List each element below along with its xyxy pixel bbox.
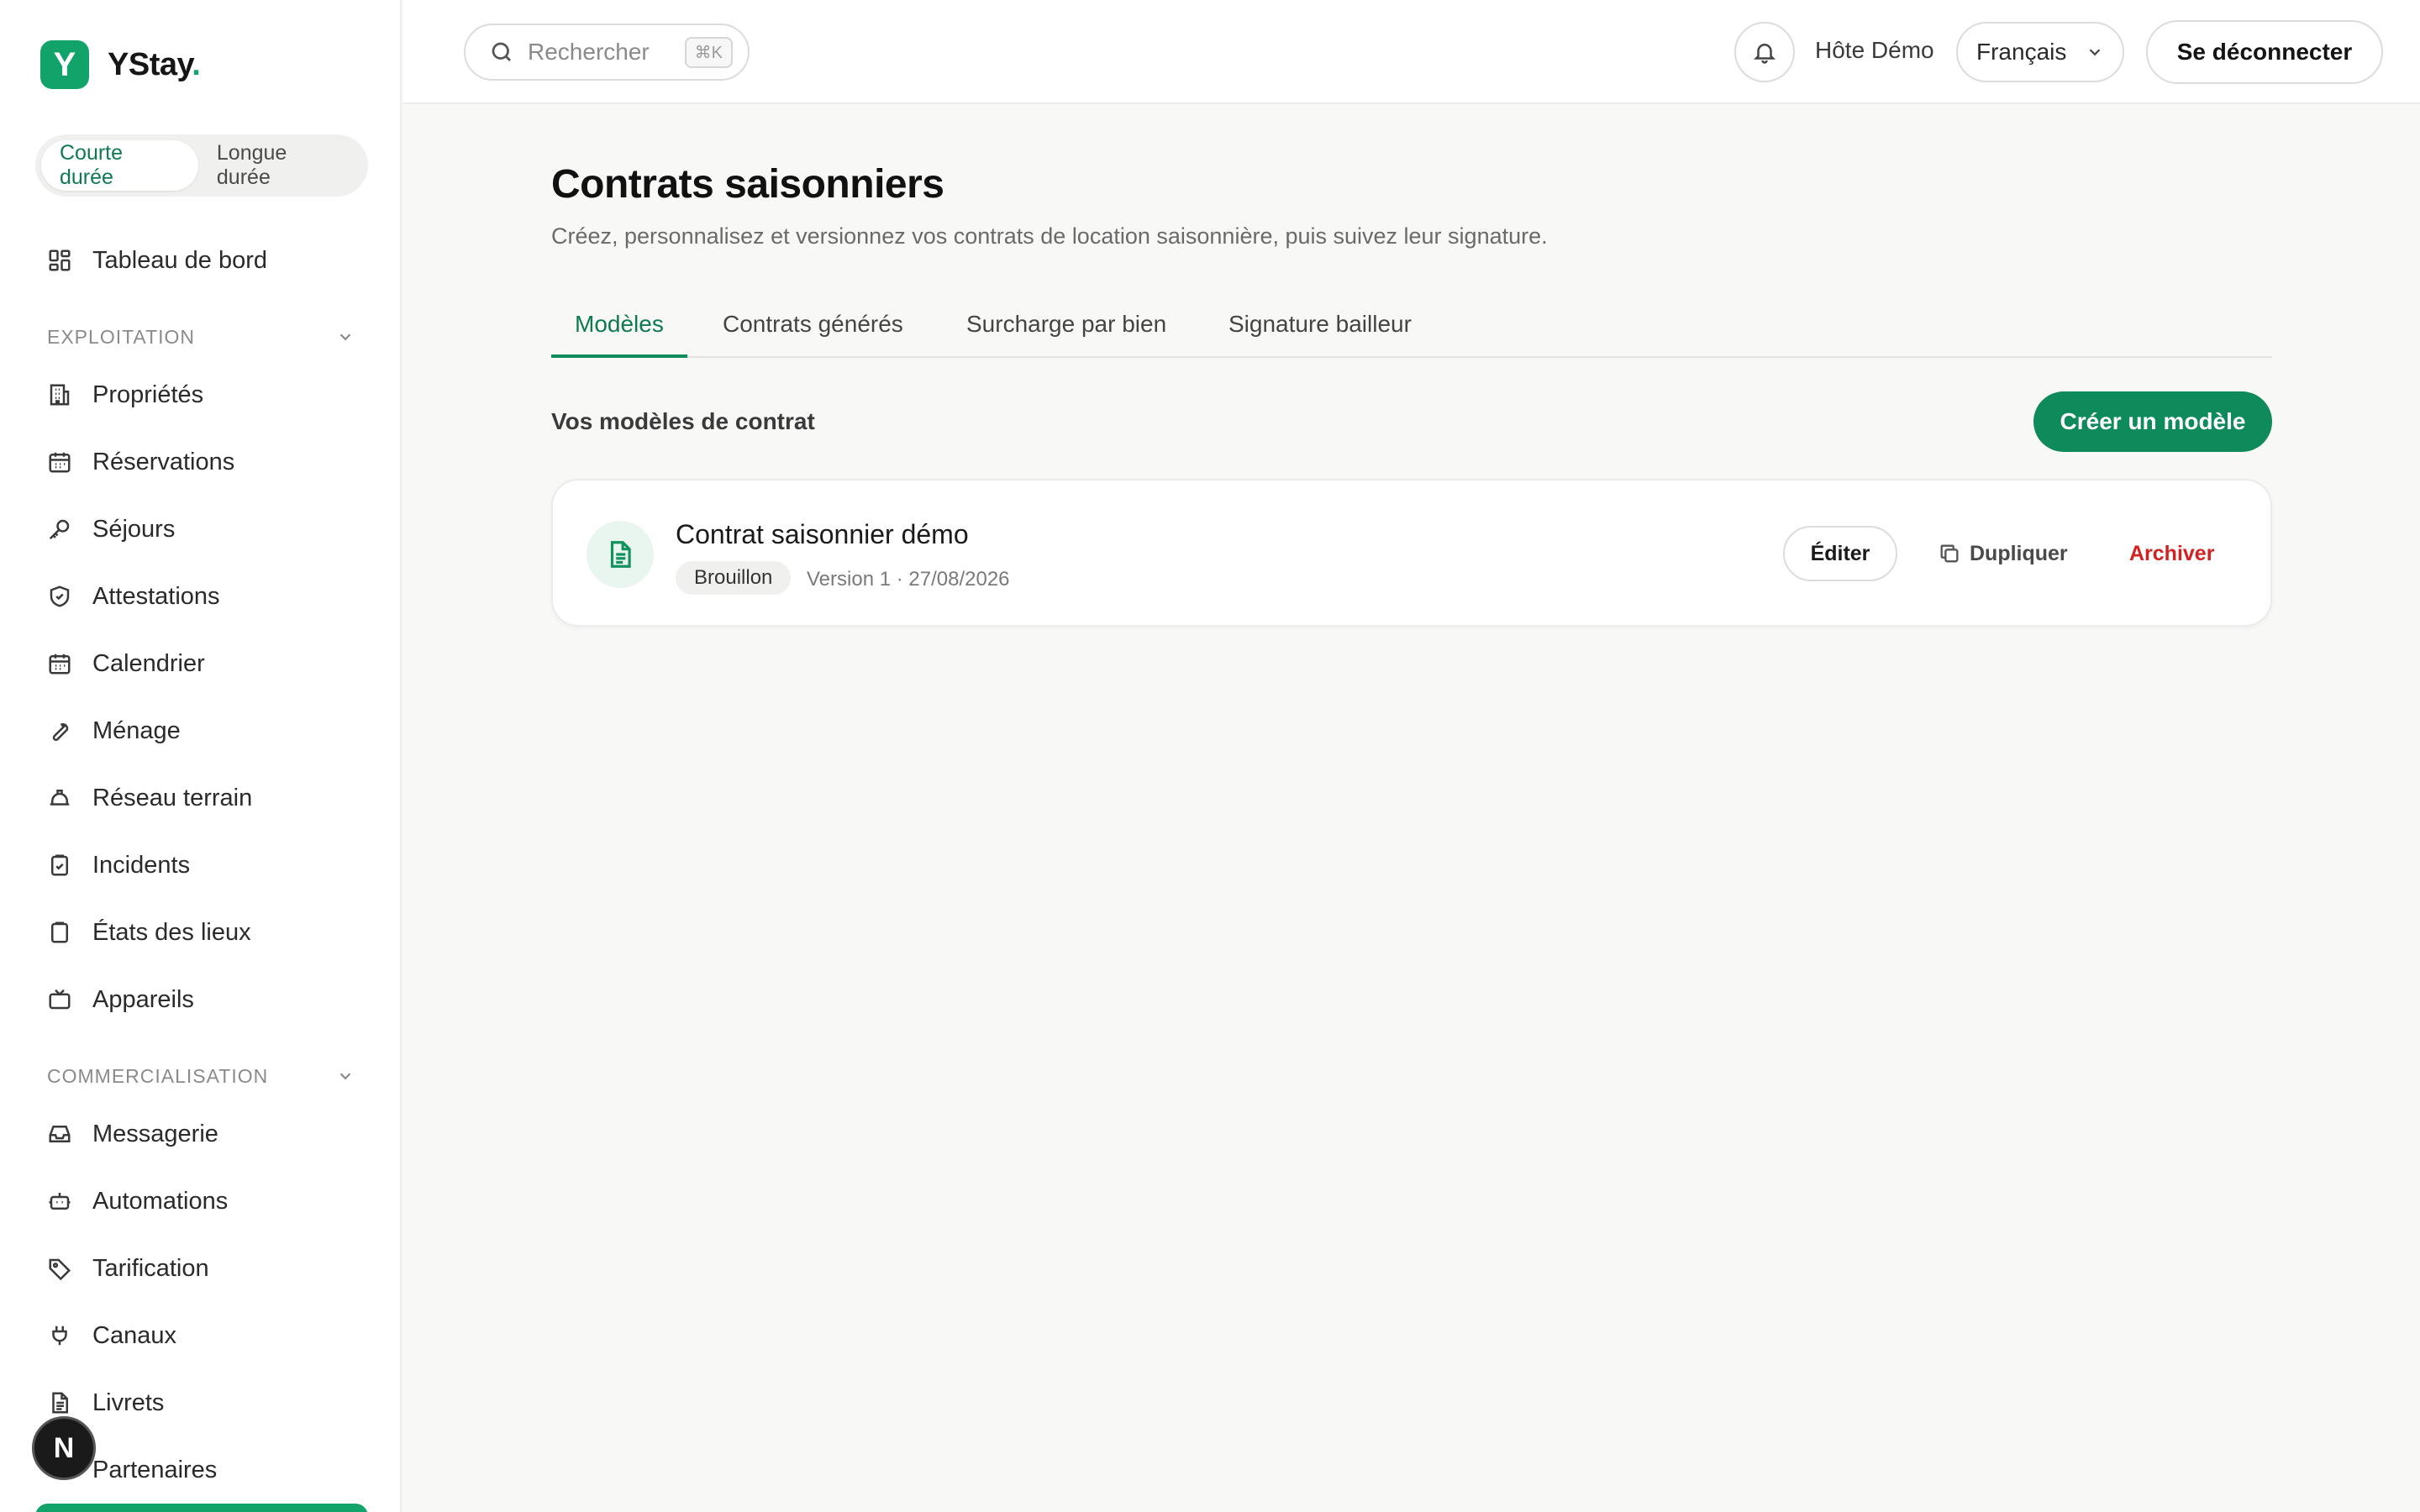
tag-icon [49,1258,71,1281]
archive-template-button[interactable]: Archiver [2129,526,2214,581]
bell-icon [1753,44,1776,64]
sidebar-item-label: Messagerie [92,1120,218,1147]
topbar: Rechercher ⌘K Hôte Démo Français Se déco… [403,0,2420,104]
rental-mode-toggle: Courte durée Longue durée [35,134,368,197]
tab-templates[interactable]: Modèles [551,302,687,358]
clipboard-icon [51,921,68,943]
duplicate-template-button[interactable]: Dupliquer [1938,526,2068,581]
shield-check-icon [50,585,70,607]
notifications-button[interactable] [1734,22,1795,82]
tab-generated-contracts[interactable]: Contrats générés [723,302,903,358]
template-title: Contrat saisonnier démo [676,519,969,549]
sidebar-item-label: Ménage [92,717,181,744]
page-title: Contrats saisonniers [551,162,944,207]
copy-icon [1940,544,1959,563]
mode-short-term[interactable]: Courte durée [41,140,198,191]
chevron-down-icon [339,333,351,341]
sidebar-item-devices[interactable]: Appareils [47,979,194,1020]
language-select[interactable]: Français [1956,22,2124,82]
status-badge: Brouillon [676,561,792,595]
sidebar-item-channels[interactable]: Canaux [47,1315,176,1356]
sidebar-item-automations[interactable]: Automations [47,1181,228,1221]
sidebar-item-label: Séjours [92,515,176,543]
sidebar-item-reservations[interactable]: Réservations [47,442,234,482]
sidebar-item-label: Tarification [92,1254,209,1282]
section-marketing-toggle[interactable]: COMMERCIALISATION [47,1059,355,1093]
duplicate-label: Dupliquer [1970,541,2068,565]
sidebar-item-stays[interactable]: Séjours [47,509,175,549]
sidebar-item-label: Tableau de bord [92,246,267,274]
calendar-icon [49,654,71,675]
wrench-icon [52,723,69,742]
sidebar-item-label: Partenaires [92,1456,218,1483]
sidebar-item-label: États des lieux [92,918,251,946]
inbox-icon [49,1126,71,1142]
sidebar-item-inventories[interactable]: États des lieux [47,912,251,953]
sidebar-item-incidents[interactable]: Incidents [47,845,190,885]
key-icon [49,519,70,540]
template-card: Contrat saisonnier démo Brouillon Versio… [551,479,2272,627]
sidebar-item-label: Canaux [92,1321,176,1349]
logout-button[interactable]: Se déconnecter [2146,20,2383,84]
sidebar-item-calendar[interactable]: Calendrier [47,643,205,684]
contract-tabs: Modèles Contrats générés Surcharge par b… [551,302,2272,358]
sidebar-item-field-network[interactable]: Réseau terrain [47,778,252,818]
document-icon [587,521,654,588]
template-version-date: Version 1 · 27/08/2026 [807,568,1010,591]
sidebar-item-properties[interactable]: Propriétés [47,375,203,415]
tv-icon [49,989,71,1010]
clipboard-check-icon [51,854,68,876]
templates-section-title: Vos modèles de contrat [551,408,815,434]
sidebar-item-certificates[interactable]: Attestations [47,576,220,617]
sidebar-item-pricing[interactable]: Tarification [47,1248,209,1289]
search-shortcut-hint: ⌘K [684,36,733,68]
sidebar-item-cleaning[interactable]: Ménage [47,711,181,751]
sidebar-item-label: Calendrier [92,649,205,677]
sidebar-bottom-cta[interactable] [35,1504,368,1512]
robot-icon [49,1193,71,1210]
logo-mark-icon: Y [40,40,89,89]
sidebar-item-label: Attestations [92,582,220,610]
section-marketing-label: COMMERCIALISATION [47,1064,269,1087]
mode-long-term[interactable]: Longue durée [198,140,362,191]
page-subtitle: Créez, personnalisez et versionnez vos c… [551,223,1548,249]
tab-landlord-signature[interactable]: Signature bailleur [1228,302,1412,358]
tab-property-overrides[interactable]: Surcharge par bien [966,302,1166,358]
chevron-down-icon [339,1073,351,1080]
nextjs-devtools-badge[interactable]: N [32,1416,96,1480]
sidebar-item-label: Automations [92,1187,229,1215]
file-text-icon [52,1392,68,1414]
sidebar-item-label: Propriétés [92,381,204,408]
section-operations-label: EXPLOITATION [47,325,196,348]
brand-logo[interactable]: Y YStay. [40,40,201,89]
calendar-icon [49,452,71,473]
sidebar-item-label: Appareils [92,985,194,1013]
plug-icon [52,1326,67,1346]
sidebar-item-label: Réservations [92,448,235,475]
brand-name: YStay. [108,46,201,82]
search-input[interactable]: Rechercher ⌘K [464,24,750,81]
sidebar-item-dashboard[interactable]: Tableau de bord [47,240,267,281]
sidebar-item-label: Réseau terrain [92,784,253,811]
sidebar-item-label: Incidents [92,851,191,879]
edit-template-button[interactable]: Éditer [1783,526,1897,581]
create-template-button[interactable]: Créer un modèle [2033,391,2272,452]
chevron-down-icon [2089,49,2101,56]
language-value: Français [1976,39,2067,65]
building-icon [50,384,70,406]
sidebar-item-label: Livrets [92,1389,165,1416]
current-user-name: Hôte Démo [1815,37,1934,63]
section-operations-toggle[interactable]: EXPLOITATION [47,320,355,354]
sidebar-item-messaging[interactable]: Messagerie [47,1114,218,1154]
dashboard-grid-icon [49,249,71,271]
sidebar: Y YStay. Courte durée Longue durée Table… [0,0,402,1512]
search-placeholder: Rechercher [528,39,650,65]
hard-hat-icon [50,790,70,806]
search-icon [492,42,511,61]
